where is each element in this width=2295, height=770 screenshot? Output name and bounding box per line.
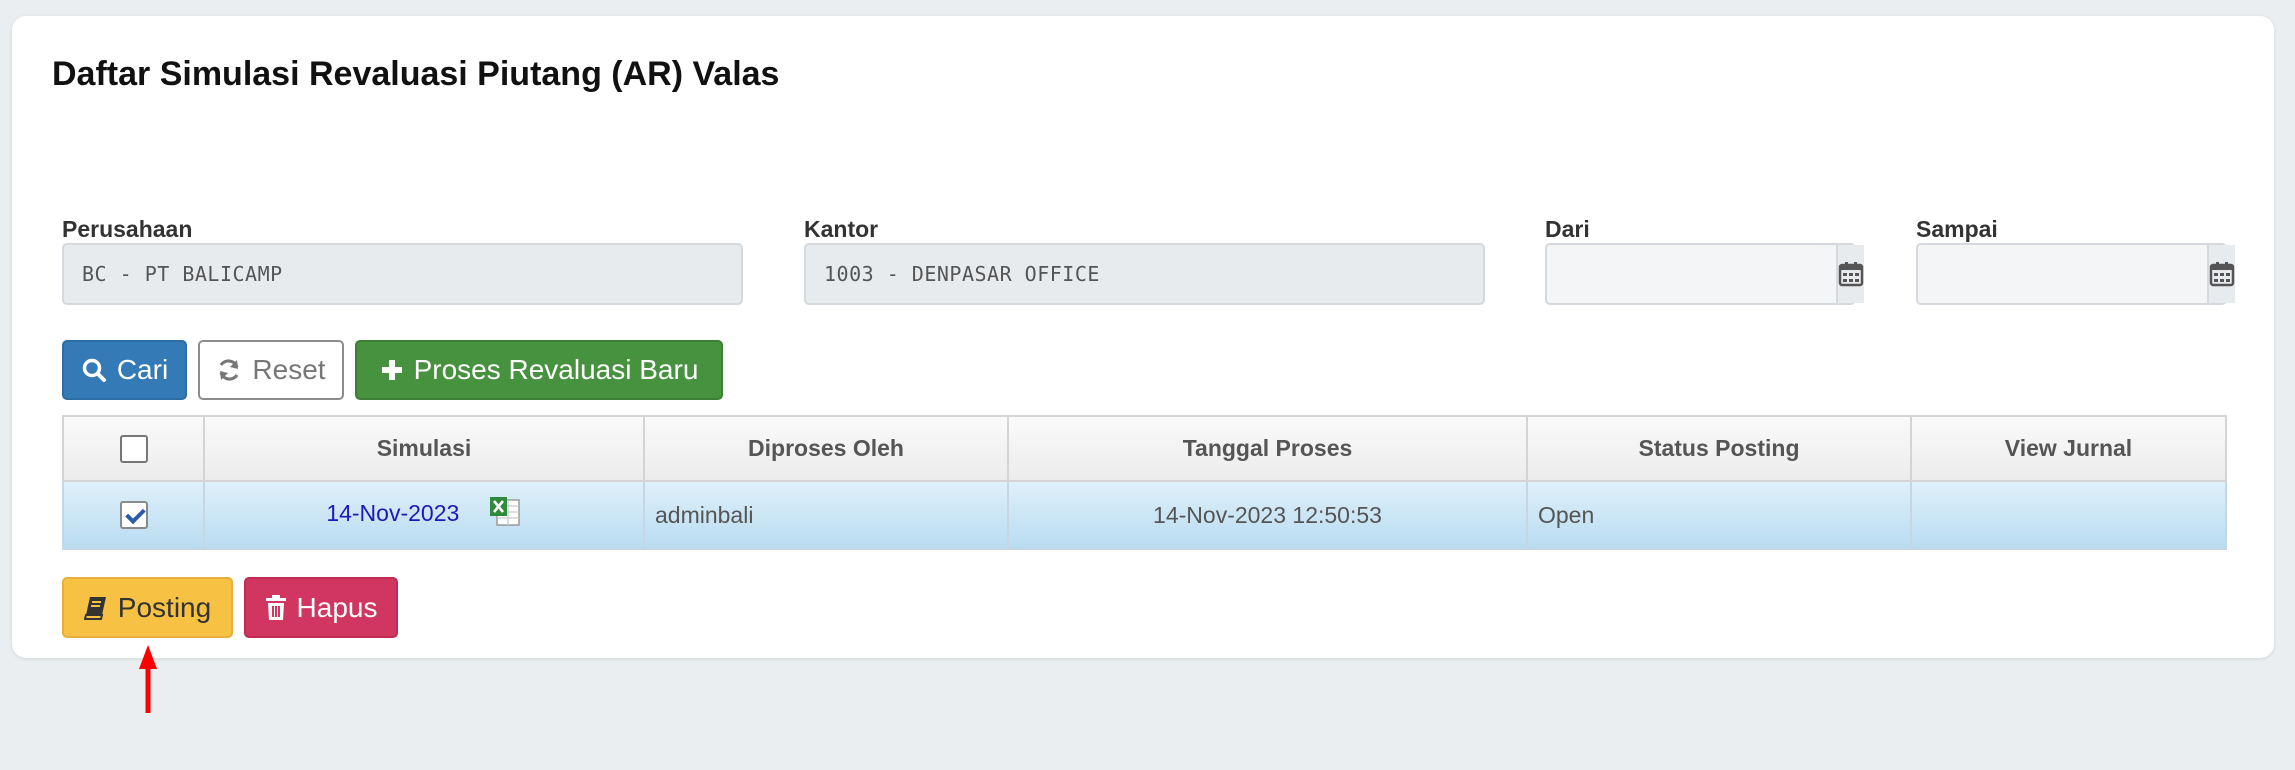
posting-button[interactable]: Posting	[62, 577, 233, 638]
diproses-oleh-cell: adminbali	[643, 480, 1009, 550]
header-simulasi[interactable]: Simulasi	[203, 415, 645, 482]
red-arrow-annotation	[139, 645, 157, 713]
reset-button[interactable]: Reset	[198, 340, 344, 400]
kantor-field[interactable]: 1003 - DENPASAR OFFICE	[804, 243, 1485, 305]
header-diproses-oleh[interactable]: Diproses Oleh	[643, 415, 1009, 482]
simulasi-cell: 14-Nov-2023	[203, 480, 645, 550]
hapus-button[interactable]: Hapus	[244, 577, 398, 638]
calendar-icon[interactable]	[1836, 245, 1864, 303]
dari-date-picker	[1545, 243, 1864, 305]
select-all-cell	[62, 415, 205, 482]
perusahaan-label: Perusahaan	[62, 216, 193, 242]
row-checkbox[interactable]	[119, 501, 148, 530]
simulasi-table: Simulasi Diproses Oleh Tanggal Proses St…	[62, 415, 2227, 550]
dari-label: Dari	[1545, 216, 1590, 242]
main-card	[12, 16, 2274, 658]
kantor-label: Kantor	[804, 216, 879, 242]
posting-label: Posting	[117, 591, 212, 623]
sampai-date-picker	[1916, 243, 2235, 305]
page-title: Daftar Simulasi Revaluasi Piutang (AR) V…	[52, 55, 780, 93]
select-all-checkbox[interactable]	[119, 434, 148, 463]
simulasi-link[interactable]: 14-Nov-2023	[326, 500, 459, 526]
excel-icon[interactable]	[488, 496, 522, 534]
table-header-row: Simulasi Diproses Oleh Tanggal Proses St…	[62, 415, 2227, 482]
proses-revaluasi-baru-label: Proses Revaluasi Baru	[413, 354, 699, 385]
header-view-jurnal[interactable]: View Jurnal	[1910, 415, 2227, 482]
calendar-icon[interactable]	[2207, 245, 2235, 303]
cari-label: Cari	[116, 354, 169, 385]
sampai-label: Sampai	[1916, 216, 1998, 242]
book-icon	[83, 595, 108, 621]
search-icon	[81, 357, 107, 383]
perusahaan-field[interactable]: BC - PT BALICAMP	[62, 243, 743, 305]
trash-icon	[265, 594, 287, 621]
status-posting-cell: Open	[1526, 480, 1912, 550]
sampai-input[interactable]	[1918, 245, 2207, 303]
header-status-posting[interactable]: Status Posting	[1526, 415, 1912, 482]
cari-button[interactable]: Cari	[62, 340, 187, 400]
reset-label: Reset	[252, 354, 326, 385]
plus-icon	[380, 358, 404, 382]
row-select-cell	[62, 480, 205, 550]
tanggal-proses-cell: 14-Nov-2023 12:50:53	[1007, 480, 1528, 550]
refresh-icon	[216, 357, 242, 383]
table-row[interactable]: 14-Nov-2023 adminbali 14-Nov-2023 12:50:…	[62, 480, 2227, 550]
proses-revaluasi-baru-button[interactable]: Proses Revaluasi Baru	[355, 340, 723, 400]
dari-input[interactable]	[1547, 245, 1836, 303]
hapus-label: Hapus	[296, 591, 378, 623]
view-jurnal-cell[interactable]	[1910, 480, 2227, 550]
header-tanggal-proses[interactable]: Tanggal Proses	[1007, 415, 1528, 482]
